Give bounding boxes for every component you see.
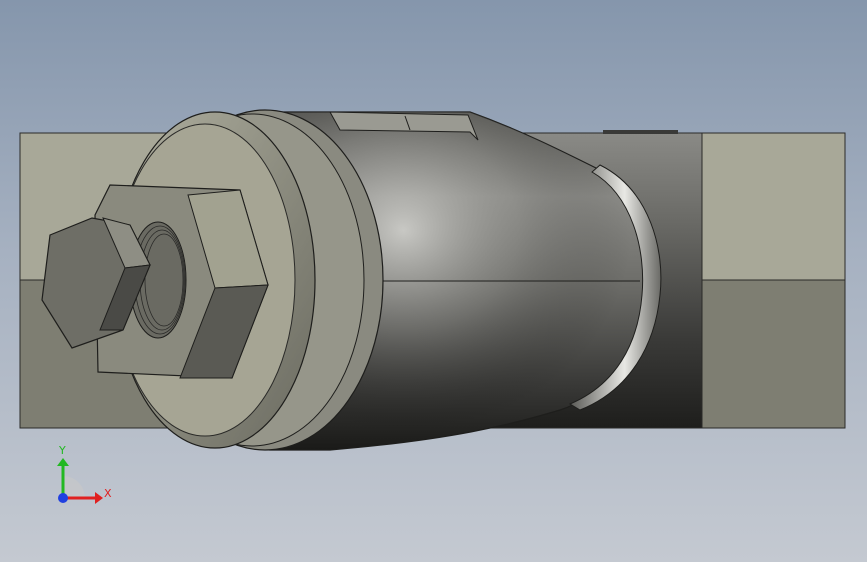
coordinate-triad: X Y xyxy=(57,444,112,504)
z-axis-dot xyxy=(58,493,68,503)
right-flange[interactable] xyxy=(701,132,846,429)
x-axis-label: X xyxy=(104,487,112,500)
3d-model-view[interactable]: X Y xyxy=(0,0,867,562)
x-arrow-icon xyxy=(95,492,103,504)
y-arrow-icon xyxy=(57,458,69,466)
graphics-viewport[interactable]: X Y xyxy=(0,0,867,562)
y-axis-label: Y xyxy=(58,444,66,457)
pipe-marking xyxy=(603,130,678,134)
